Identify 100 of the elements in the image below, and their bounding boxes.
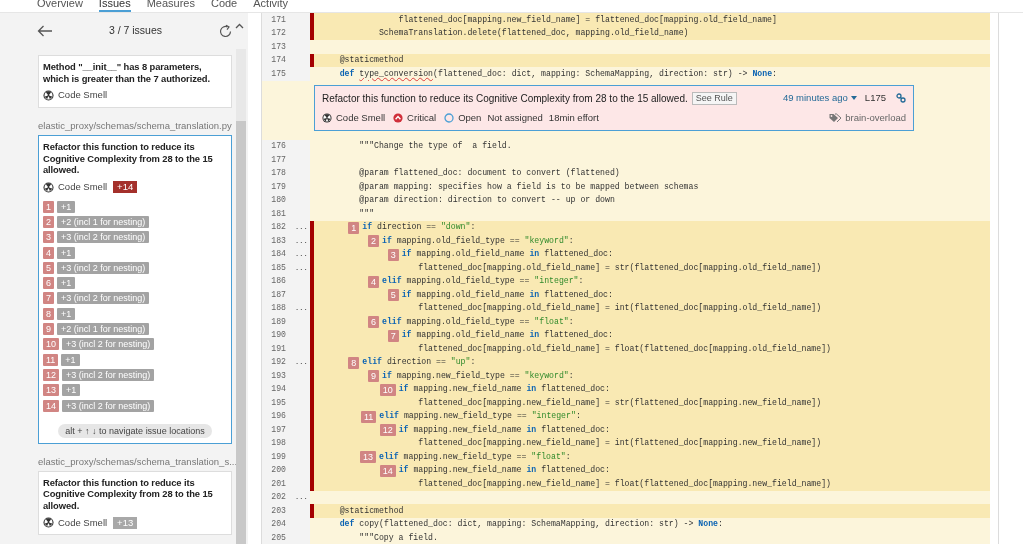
code-line: def copy(flattened_doc: dict, mapping: SchemaMapping, direction: str) -> None: (338, 518, 724, 531)
location-number[interactable]: 10 (379, 383, 396, 396)
issue-type: Code Smell (58, 179, 108, 194)
issue-age-link[interactable]: 49 minutes ago (782, 90, 857, 106)
location-label[interactable]: +1 (61, 353, 80, 366)
location-number[interactable]: 5 (387, 289, 399, 301)
location-number[interactable]: 3 (387, 248, 399, 261)
line-number: 175 (270, 67, 286, 80)
back-arrow-icon (37, 25, 53, 37)
location-number[interactable]: 2 (43, 215, 54, 228)
location-label[interactable]: +1 (57, 200, 76, 213)
location-number[interactable]: 10 (43, 338, 59, 351)
line-number: 190 (270, 329, 286, 342)
issue-card[interactable]: Method "__init__" has 8 parameters, which is greater than the 7 authorized. Code Smell (38, 55, 232, 108)
location-label[interactable]: +1 (62, 384, 81, 397)
line-number: 200 (270, 464, 286, 477)
issue-tag[interactable]: brain-overload (845, 110, 906, 125)
line-number: 191 (270, 342, 286, 355)
line-number: 189 (270, 315, 286, 328)
issue-card[interactable] (38, 135, 232, 444)
line-number: 178 (270, 167, 286, 180)
location-number[interactable]: 4 (43, 246, 54, 259)
severity-up-arrow-icon (393, 112, 404, 123)
issue-type: Code Smell (336, 110, 386, 125)
refresh-icon (218, 23, 233, 39)
line-number: 173 (270, 40, 286, 53)
line-number: 187 (270, 288, 286, 301)
line-number: 174 (270, 54, 286, 67)
code-line: """Change the type of a field. (358, 140, 513, 153)
location-label[interactable]: +3 (incl 2 for nesting) (57, 231, 150, 244)
location-number[interactable]: 7 (43, 292, 54, 305)
location-label[interactable]: +3 (incl 2 for nesting) (62, 338, 155, 351)
line-number: 192 (270, 356, 286, 369)
location-label[interactable]: +3 (incl 2 for nesting) (62, 399, 155, 412)
location-number[interactable]: 8 (348, 356, 360, 369)
location-number[interactable]: 11 (360, 410, 377, 423)
issue-type: Code Smell (58, 515, 108, 530)
line-number: 177 (270, 153, 286, 166)
code-line: @param mapping: specifies how a field is to be mapped between schemas (358, 180, 700, 193)
location-label[interactable]: +1 (57, 307, 76, 320)
file-path: elastic_proxy/schemas/schema_translation.py (38, 120, 232, 132)
line-number: 202 (270, 491, 286, 504)
location-label[interactable]: +2 (incl 1 for nesting) (57, 215, 150, 228)
caret-down-icon (850, 96, 857, 100)
location-number[interactable]: 6 (43, 277, 54, 290)
nav-tab[interactable]: Activity (253, 0, 289, 12)
location-number[interactable]: 12 (43, 368, 59, 381)
code-line: """ (358, 207, 376, 220)
location-number[interactable]: 7 (387, 329, 399, 342)
issue-assignee: Not assigned (487, 110, 543, 125)
location-number[interactable]: 4 (367, 275, 379, 288)
open-status-icon (444, 112, 455, 123)
location-number[interactable]: 14 (379, 464, 396, 477)
location-number[interactable]: 3 (43, 231, 54, 244)
location-label[interactable]: +3 (incl 2 for nesting) (62, 368, 155, 381)
line-number: 197 (270, 423, 286, 436)
complexity-badge: +13 (113, 516, 138, 529)
code-smell-icon (43, 181, 54, 193)
location-number[interactable]: 1 (348, 221, 360, 234)
issue-counter: 3 / 7 issues (107, 23, 164, 39)
location-label[interactable]: +3 (incl 2 for nesting) (57, 261, 150, 274)
see-rule-button[interactable]: See Rule (691, 91, 737, 105)
line-number: 184 (270, 248, 286, 261)
location-label[interactable]: +2 (incl 1 for nesting) (57, 323, 150, 335)
nav-tab[interactable]: Measures (146, 0, 195, 12)
location-number[interactable]: 12 (379, 424, 396, 436)
link-icon (896, 93, 906, 103)
issue-message: Refactor this function to reduce its Cognitive Complexity from 28 to the 15 allowed. (43, 141, 214, 176)
location-number[interactable]: 2 (367, 235, 379, 247)
location-label[interactable]: +1 (57, 246, 76, 259)
location-number[interactable]: 9 (367, 370, 379, 382)
nav-tab[interactable]: Overview (37, 0, 83, 12)
line-number: 176 (270, 140, 286, 153)
issue-message: Refactor this function to reduce its Cognitive Complexity from 28 to the 15 allowed. (43, 476, 214, 512)
code-line: def type_conversion(flattened_doc: dict, mapping: SchemaMapping, direction: str) -> None: (338, 67, 778, 80)
issue-message: Method "__init__" has 8 parameters, which is greater than the 7 authorized. (43, 61, 211, 84)
line-number: 195 (270, 396, 286, 409)
line-number: 203 (270, 504, 286, 517)
location-number[interactable]: 13 (43, 384, 59, 397)
line-number: 185 (270, 261, 286, 274)
issue-type: Code Smell (58, 88, 108, 103)
line-number: 179 (270, 180, 286, 193)
line-number: 205 (270, 531, 286, 544)
code-line: @param direction: direction to convert -- up or down (358, 194, 616, 207)
location-number[interactable]: 5 (43, 261, 54, 274)
location-number[interactable]: 1 (43, 200, 54, 213)
line-number: 196 (270, 410, 286, 423)
issue-card[interactable]: Refactor this function to reduce its Cognitive Complexity from 28 to the 15 allowed. Code Smell +13 (38, 470, 232, 536)
location-number[interactable]: 14 (43, 399, 59, 412)
location-number[interactable]: 13 (359, 451, 376, 463)
issue-effort: 18min effort (548, 110, 599, 125)
location-number[interactable]: 8 (43, 307, 54, 320)
line-number: 199 (270, 450, 286, 463)
nav-tab[interactable]: Code (210, 0, 238, 12)
location-number[interactable]: 9 (43, 323, 54, 335)
location-label[interactable]: +1 (57, 277, 76, 290)
location-label[interactable]: +3 (incl 2 for nesting) (57, 292, 150, 305)
location-number[interactable]: 6 (367, 316, 379, 328)
location-number[interactable]: 11 (43, 353, 59, 366)
issue-severity: Critical (407, 110, 437, 125)
